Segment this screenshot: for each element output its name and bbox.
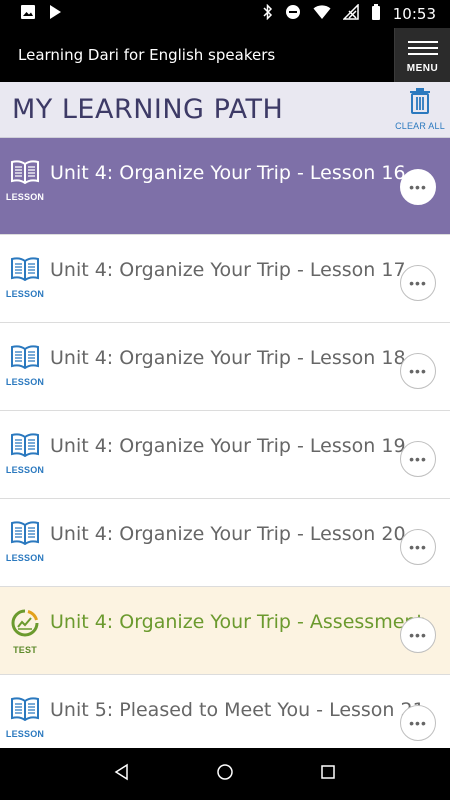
- battery-icon: [371, 3, 381, 25]
- status-right: 10:53: [263, 2, 436, 25]
- menu-label: MENU: [406, 62, 439, 74]
- system-navigation-bar: [0, 748, 450, 800]
- item-title: Unit 4: Organize Your Trip - Lesson 20: [50, 523, 406, 545]
- item-title: Unit 4: Organize Your Trip - Assessment: [50, 611, 424, 633]
- list-item[interactable]: LESSON Unit 5: Pleased to Meet You - Les…: [0, 675, 450, 748]
- item-type-label: LESSON: [5, 289, 45, 299]
- item-type-label: TEST: [13, 645, 37, 655]
- item-type-label: LESSON: [5, 729, 45, 739]
- menu-button[interactable]: MENU: [394, 28, 450, 82]
- book-icon: [10, 160, 40, 189]
- wifi-icon: [313, 4, 331, 25]
- image-icon: [20, 4, 36, 25]
- row-icon: LESSON: [0, 499, 50, 563]
- item-type-label: LESSON: [5, 553, 45, 563]
- row-icon: LESSON: [0, 675, 50, 739]
- play-icon: [48, 4, 62, 25]
- more-options-button[interactable]: •••: [400, 169, 436, 205]
- list-item[interactable]: LESSON Unit 4: Organize Your Trip - Less…: [0, 138, 450, 235]
- more-options-button[interactable]: •••: [400, 353, 436, 389]
- book-icon: [10, 345, 40, 374]
- list-item[interactable]: LESSON Unit 4: Organize Your Trip - Less…: [0, 411, 450, 499]
- learning-path-list: LESSON Unit 4: Organize Your Trip - Less…: [0, 138, 450, 748]
- book-icon: [10, 697, 40, 726]
- book-icon: [10, 257, 40, 286]
- row-icon: LESSON: [0, 235, 50, 299]
- chart-icon: [11, 609, 39, 642]
- status-bar: 10:53: [0, 0, 450, 28]
- back-icon[interactable]: [113, 763, 131, 786]
- recent-apps-icon[interactable]: [319, 763, 337, 786]
- row-icon: LESSON: [0, 323, 50, 387]
- item-title: Unit 4: Organize Your Trip - Lesson 16: [50, 162, 406, 184]
- bluetooth-icon: [263, 3, 273, 25]
- list-item[interactable]: LESSON Unit 4: Organize Your Trip - Less…: [0, 235, 450, 323]
- more-options-button[interactable]: •••: [400, 617, 436, 653]
- book-icon: [10, 433, 40, 462]
- status-left: [20, 4, 62, 25]
- no-signal-icon: [341, 2, 359, 25]
- app-bar: Learning Dari for English speakers MENU: [0, 28, 450, 82]
- item-title: Unit 5: Pleased to Meet You - Lesson 21: [50, 699, 425, 721]
- more-options-button[interactable]: •••: [400, 265, 436, 301]
- hamburger-icon: [407, 37, 438, 59]
- status-time: 10:53: [392, 5, 436, 23]
- row-icon: TEST: [0, 587, 50, 655]
- home-icon[interactable]: [216, 763, 234, 786]
- row-icon: LESSON: [0, 138, 50, 202]
- item-type-label: LESSON: [5, 377, 45, 387]
- more-options-button[interactable]: •••: [400, 441, 436, 477]
- page-title: MY LEARNING PATH: [12, 94, 284, 125]
- list-item[interactable]: LESSON Unit 4: Organize Your Trip - Less…: [0, 499, 450, 587]
- app-title: Learning Dari for English speakers: [18, 46, 276, 64]
- list-item[interactable]: LESSON Unit 4: Organize Your Trip - Less…: [0, 323, 450, 411]
- do-not-disturb-icon: [285, 4, 301, 25]
- trash-icon: [409, 88, 431, 119]
- clear-all-label: CLEAR ALL: [395, 121, 445, 131]
- item-title: Unit 4: Organize Your Trip - Lesson 18: [50, 347, 406, 369]
- more-options-button[interactable]: •••: [400, 529, 436, 565]
- book-icon: [10, 521, 40, 550]
- list-item[interactable]: TEST Unit 4: Organize Your Trip - Assess…: [0, 587, 450, 675]
- item-type-label: LESSON: [5, 192, 45, 202]
- clear-all-button[interactable]: CLEAR ALL: [392, 88, 448, 131]
- item-type-label: LESSON: [5, 465, 45, 475]
- row-icon: LESSON: [0, 411, 50, 475]
- more-options-button[interactable]: •••: [400, 705, 436, 741]
- item-title: Unit 4: Organize Your Trip - Lesson 19: [50, 435, 406, 457]
- page-header: MY LEARNING PATH CLEAR ALL: [0, 82, 450, 138]
- item-title: Unit 4: Organize Your Trip - Lesson 17: [50, 259, 406, 281]
